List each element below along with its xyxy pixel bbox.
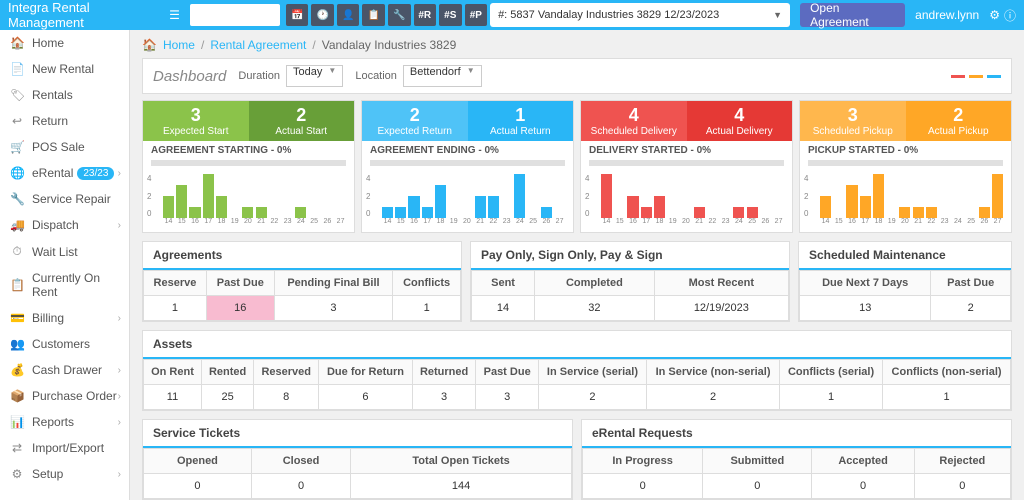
sidebar-item-home[interactable]: 🏠 Home	[0, 30, 129, 56]
bar-chart: 420 1415161718192021222324252627	[362, 170, 573, 232]
sidebar-item-pos-sale[interactable]: 🛒 POS Sale	[0, 134, 129, 160]
nav-icon: ⚙	[10, 467, 24, 481]
crumb-current: Vandalay Industries 3829	[322, 38, 457, 52]
maintenance-panel: Scheduled MaintenanceDue Next 7 DaysPast…	[798, 241, 1012, 322]
dashboard-header: Dashboard Duration Today Location Betten…	[142, 58, 1012, 94]
toolbar-button[interactable]: #S	[439, 4, 462, 26]
sidebar-item-new-rental[interactable]: 📄 New Rental	[0, 56, 129, 82]
sidebar-item-dispatch[interactable]: 🚚 Dispatch ›	[0, 212, 129, 238]
nav-icon: 🌐	[10, 166, 24, 180]
nav-icon: 📊	[10, 415, 24, 429]
chevron-right-icon: ›	[118, 469, 121, 480]
color-legend	[951, 75, 1001, 78]
toolbar-button[interactable]: 🔧	[388, 4, 411, 26]
toolbar-button[interactable]: 📅	[286, 4, 309, 26]
bar-chart: 420 1415161718192021222324252627	[800, 170, 1011, 232]
assets-panel: AssetsOn RentRentedReservedDue for Retur…	[142, 330, 1012, 411]
pay-panel: Pay Only, Sign Only, Pay & SignSentCompl…	[470, 241, 790, 322]
bar-chart: 420 1415161718192021222324252627	[581, 170, 792, 232]
nav-icon: ⏱	[10, 244, 24, 259]
open-agreement-button[interactable]: Open Agreement	[800, 3, 905, 27]
tickets-panel: Service TicketsOpenedClosedTotal Open Ti…	[142, 419, 573, 500]
chevron-right-icon: ›	[118, 168, 121, 179]
nav-icon: 📄	[10, 62, 24, 76]
toolbar-button[interactable]: 📋	[362, 4, 385, 26]
chevron-right-icon: ›	[118, 417, 121, 428]
nav-icon: ↩	[10, 114, 24, 128]
chevron-right-icon: ›	[118, 391, 121, 402]
toolbar-button[interactable]: #R	[414, 4, 437, 26]
breadcrumb: 🏠 Home / Rental Agreement / Vandalay Ind…	[142, 38, 1012, 52]
sidebar-item-customers[interactable]: 👥 Customers	[0, 331, 129, 357]
search-input[interactable]	[190, 4, 280, 26]
stat-card: 3Scheduled Pickup 2Actual Pickup PICKUP …	[799, 100, 1012, 233]
stat-card: 3Expected Start 2Actual Start AGREEMENT …	[142, 100, 355, 233]
gear-icon[interactable]: ⚙	[989, 8, 1000, 22]
location-select[interactable]: Bettendorf	[403, 65, 482, 87]
username[interactable]: andrew.lynn	[915, 8, 979, 22]
bar-chart: 420 1415161718192021222324252627	[143, 170, 354, 232]
chevron-right-icon: ›	[118, 313, 121, 324]
sidebar-item-purchase-order[interactable]: 📦 Purchase Order ›	[0, 383, 129, 409]
chevron-right-icon: ›	[118, 220, 121, 231]
nav-icon: 🏠	[10, 36, 24, 50]
nav-icon: 📦	[10, 389, 24, 403]
chevron-right-icon: ›	[118, 365, 121, 376]
nav-icon: 📋	[10, 278, 24, 292]
nav-icon: 🏷	[10, 88, 24, 102]
nav-icon: 💳	[10, 311, 24, 325]
sidebar-item-cash-drawer[interactable]: 💰 Cash Drawer ›	[0, 357, 129, 383]
sidebar-item-service-repair[interactable]: 🔧 Service Repair	[0, 186, 129, 212]
nav-icon: 💰	[10, 363, 24, 377]
toolbar-button[interactable]: 🕐	[311, 4, 334, 26]
duration-select[interactable]: Today	[286, 65, 343, 87]
crumb-mid[interactable]: Rental Agreement	[210, 38, 306, 52]
hamburger-icon[interactable]: ☰	[165, 4, 184, 26]
brand-title: Integra Rental Management	[8, 0, 159, 30]
sidebar-item-rentals[interactable]: 🏷 Rentals	[0, 82, 129, 108]
nav-icon: 🚚	[10, 218, 24, 232]
sidebar-item-wait-list[interactable]: ⏱ Wait List	[0, 238, 129, 265]
nav-icon: 🛒	[10, 140, 24, 154]
sidebar-item-return[interactable]: ↩ Return	[0, 108, 129, 134]
stat-card: 4Scheduled Delivery 4Actual Delivery DEL…	[580, 100, 793, 233]
erental-panel: eRental RequestsIn ProgressSubmittedAcce…	[581, 419, 1012, 500]
sidebar: 🏠 Home 📄 New Rental 🏷 Rentals ↩ Return 🛒…	[0, 30, 130, 500]
home-icon: 🏠	[142, 38, 157, 52]
agreements-panel: AgreementsReservePast DuePending Final B…	[142, 241, 462, 322]
content: 🏠 Home / Rental Agreement / Vandalay Ind…	[130, 30, 1024, 500]
sidebar-item-import/export[interactable]: ⇄ Import/Export	[0, 435, 129, 461]
sidebar-item-billing[interactable]: 💳 Billing ›	[0, 305, 129, 331]
crumb-home[interactable]: Home	[163, 38, 195, 52]
dashboard-title: Dashboard	[153, 68, 226, 85]
nav-icon: 👥	[10, 337, 24, 351]
sidebar-item-erental[interactable]: 🌐 eRental 23/23 ›	[0, 160, 129, 186]
topbar: Integra Rental Management ☰ 📅🕐👤📋🔧#R#S#P …	[0, 0, 1024, 30]
stat-card: 2Expected Return 1Actual Return AGREEMEN…	[361, 100, 574, 233]
nav-icon: ⇄	[10, 441, 24, 455]
nav-badge: 23/23	[77, 167, 114, 180]
sidebar-item-currently-on-rent[interactable]: 📋 Currently On Rent	[0, 265, 129, 305]
toolbar-button[interactable]: #P	[465, 4, 488, 26]
agreement-select[interactable]: #: 5837 Vandalay Industries 3829 12/23/2…	[490, 3, 790, 27]
nav-icon: 🔧	[10, 192, 24, 206]
info-icon[interactable]: ⓘ	[1004, 7, 1016, 24]
sidebar-item-setup[interactable]: ⚙ Setup ›	[0, 461, 129, 487]
toolbar-button[interactable]: 👤	[337, 4, 360, 26]
sidebar-item-reports[interactable]: 📊 Reports ›	[0, 409, 129, 435]
